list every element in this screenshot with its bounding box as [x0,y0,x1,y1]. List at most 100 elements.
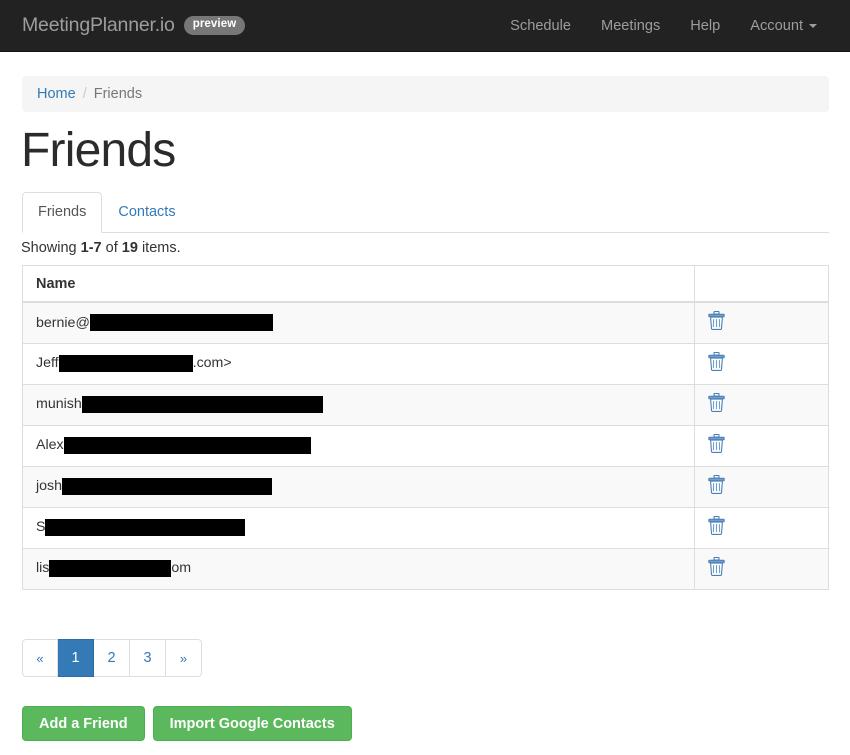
top-navbar: MeetingPlanner.io preview Schedule Meeti… [0,0,850,52]
nav-link-schedule[interactable]: Schedule [495,0,586,52]
friends-page: MeetingPlanner.io preview Schedule Meeti… [0,0,850,755]
page-title: Friends [21,124,176,177]
trash-icon [707,351,725,371]
friend-actions-cell [694,425,828,467]
trash-icon [707,392,725,412]
preview-badge: preview [183,16,246,35]
pagination-prev[interactable]: « [22,639,58,677]
table-row: munish [23,384,828,426]
trash-icon [707,433,725,453]
friend-actions-cell [694,507,828,549]
friend-name-prefix: josh [36,478,63,495]
friend-name-cell: lis om [23,548,695,590]
friends-table-container: Name bernie@ Jeff .com> munish Alex josh Sli… [22,265,829,590]
pagination-page-1[interactable]: 1 [58,639,94,677]
friend-name: Jeff .com> [36,355,694,372]
table-row: bernie@ [23,302,828,344]
breadcrumb-current: Friends [93,86,143,102]
delete-friend-button[interactable] [707,433,725,453]
breadcrumb-home-link[interactable]: Home [37,86,76,102]
friend-name-suffix: .com> [192,355,232,372]
friend-name-cell: munish [23,384,695,426]
friend-name: munish [36,396,694,413]
summary-range: 1-7 [80,240,102,256]
table-row: Alex [23,425,828,467]
trash-icon [707,311,725,331]
add-friend-button[interactable]: Add a Friend [22,706,145,741]
summary-total: 19 [121,240,138,256]
nav-link-schedule-label: Schedule [510,18,572,34]
breadcrumb: Home / Friends [22,76,829,112]
nav-link-help[interactable]: Help [675,0,735,52]
delete-friend-button[interactable] [707,311,725,331]
import-google-contacts-button[interactable]: Import Google Contacts [152,706,352,741]
friend-name-cell: Jeff .com> [23,343,695,385]
nav-link-account-label: Account [750,18,803,34]
delete-friend-button[interactable] [707,474,725,494]
redacted-text-bar [62,478,273,495]
nav-link-meetings[interactable]: Meetings [586,0,675,52]
pagination-page-3[interactable]: 3 [130,639,166,677]
redacted-text-bar [63,437,311,454]
results-summary: Showing 1-7 of 19 items. [21,240,181,256]
friend-name-cell: Alex [23,425,695,467]
nav-link-meetings-label: Meetings [601,18,661,34]
column-header-name: Name [23,266,695,303]
trash-icon [707,515,725,535]
friend-actions-cell [694,548,828,590]
friend-name: Alex [36,437,694,454]
table-row: lis om [23,548,828,590]
nav-link-help-label: Help [690,18,721,34]
tab-bar: Friends Contacts [22,192,829,233]
table-row: josh [23,466,828,508]
summary-prefix: Showing [21,240,81,256]
friend-name: bernie@ [36,314,694,332]
friend-actions-cell [694,343,828,385]
friend-name: josh [36,478,694,495]
redacted-text-bar [58,355,193,372]
friend-name: S [36,519,694,536]
friend-name-suffix: om [171,560,192,577]
friend-actions-cell [694,302,828,344]
friend-name-prefix: Alex [36,437,64,454]
table-row: Jeff .com> [23,343,828,385]
trash-icon [707,556,725,576]
delete-friend-button[interactable] [707,556,725,576]
pagination-page-2[interactable]: 2 [94,639,130,677]
brand-logo[interactable]: MeetingPlanner.io preview [22,14,246,37]
breadcrumb-separator: / [82,86,87,102]
friend-actions-cell [694,466,828,508]
delete-friend-button[interactable] [707,392,725,412]
friend-name: lis om [36,560,694,577]
friend-name-cell: bernie@ [23,302,695,344]
friend-name-cell: S [23,507,695,549]
summary-suffix: items. [137,240,181,256]
friend-name-cell: josh [23,466,695,508]
brand-name: MeetingPlanner.io [22,14,175,36]
table-head: Name [23,266,828,303]
redacted-text-bar [45,519,246,536]
navbar-links: Schedule Meetings Help Account [495,0,832,52]
tab-friends[interactable]: Friends [22,192,103,233]
delete-friend-button[interactable] [707,351,725,371]
table-body: bernie@ Jeff .com> munish Alex josh Slis om [23,302,828,590]
friend-actions-cell [694,384,828,426]
chevron-down-icon [809,24,817,28]
redacted-text-bar [49,560,172,577]
pagination: «1 2 3» [22,639,202,677]
table-header-row: Name [23,266,828,303]
friend-name-prefix: Jeff [36,355,59,372]
friend-name-prefix: munish [36,396,82,413]
friend-name-prefix: lis [36,560,50,577]
friend-name-prefix: bernie@ [36,314,90,331]
column-header-actions [694,266,828,303]
table-row: S [23,507,828,549]
friends-table: Name bernie@ Jeff .com> munish Alex josh Sli… [23,266,828,590]
redacted-text-bar [89,314,273,332]
nav-link-account[interactable]: Account [735,0,832,52]
tab-contacts[interactable]: Contacts [102,192,191,233]
summary-middle: of [101,240,122,256]
pagination-next[interactable]: » [166,639,202,677]
redacted-text-bar [81,396,323,413]
delete-friend-button[interactable] [707,515,725,535]
